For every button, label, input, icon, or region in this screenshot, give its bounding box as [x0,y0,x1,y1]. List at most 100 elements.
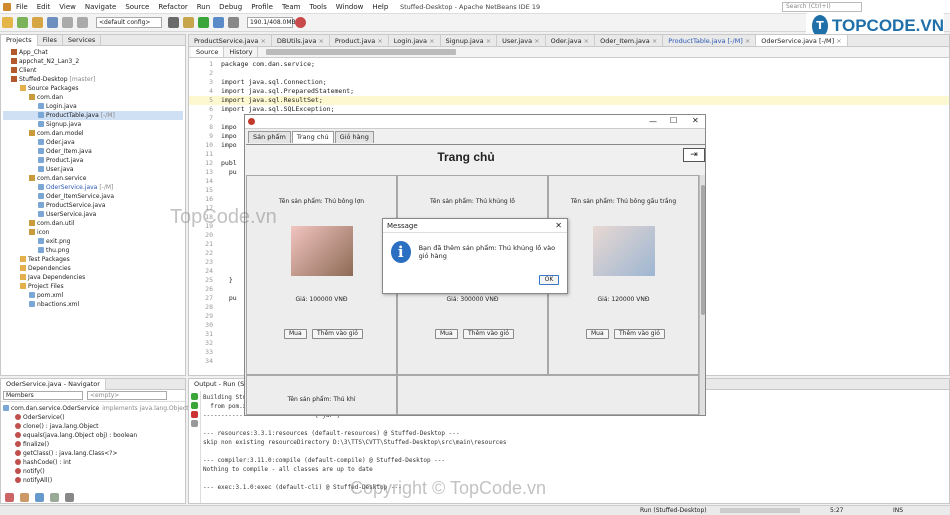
expand-icon[interactable] [21,93,27,99]
tree-item[interactable]: Signup.java [3,120,183,129]
tree-item[interactable]: Product.java [3,156,183,165]
tree-item[interactable]: com.dan.model [3,129,183,138]
expand-icon[interactable] [12,282,18,288]
tree-item[interactable]: Stuffed-Desktop [master] [3,75,183,84]
rerun-options-icon[interactable] [191,402,198,409]
tree-item[interactable]: ProductService.java [3,201,183,210]
filter-nonpublic-icon[interactable] [35,493,44,502]
menu-view[interactable]: View [59,3,76,11]
editor-tab[interactable]: Signup.java × [441,35,498,46]
history-tab[interactable]: History [224,47,259,57]
menu-run[interactable]: Run [197,3,210,11]
editor-tab[interactable]: Oder.java × [546,35,596,46]
tree-item[interactable]: Test Packages [3,255,183,264]
debug-icon[interactable] [213,17,224,28]
editor-tab[interactable]: User.java × [497,35,546,46]
menu-refactor[interactable]: Refactor [158,3,187,11]
expand-icon[interactable] [21,219,27,225]
tree-item[interactable]: thu.png [3,246,183,255]
expand-icon[interactable] [21,129,27,135]
memory-indicator[interactable]: 190.1/408.0MB [247,17,296,28]
editor-tab[interactable]: Product.java × [330,35,389,46]
build-icon[interactable] [168,17,179,28]
tab-close-icon[interactable]: × [484,37,491,45]
dialog-ok-button[interactable]: OK [539,275,559,285]
tab-close-icon[interactable]: × [316,37,323,45]
filter-inherited-icon[interactable] [50,493,59,502]
undo-icon[interactable] [62,17,73,28]
buy-button[interactable]: Mua [586,329,609,339]
projects-tab-services[interactable]: Services [63,34,102,46]
gc-icon[interactable] [295,17,306,28]
tab-close-icon[interactable]: × [375,37,382,45]
buy-button[interactable]: Mua [435,329,458,339]
add-to-cart-button[interactable]: Thêm vào giỏ [614,329,665,339]
filter-static-icon[interactable] [20,493,29,502]
editor-tab[interactable]: Login.java × [389,35,441,46]
expand-icon[interactable] [3,75,9,81]
expand-icon[interactable] [30,138,36,144]
tree-item[interactable]: Project Files [3,282,183,291]
sort-icon[interactable] [65,493,74,502]
status-run[interactable]: Run (Stuffed-Desktop) [640,507,707,514]
tree-item[interactable]: com.dan.service [3,174,183,183]
run-icon[interactable] [198,17,209,28]
app-tab[interactable]: Trang chủ [291,131,334,143]
navigator-empty-select[interactable]: <empty> [87,391,167,400]
editor-tab[interactable]: ProductService.java × [189,35,272,46]
expand-icon[interactable] [30,192,36,198]
tab-close-icon[interactable]: × [834,37,841,45]
tree-item[interactable]: com.dan.util [3,219,183,228]
expand-icon[interactable] [3,66,9,72]
expand-icon[interactable] [12,255,18,261]
clean-build-icon[interactable] [183,17,194,28]
expand-icon[interactable] [3,57,9,63]
members-select[interactable]: Members [3,391,83,400]
expand-icon[interactable] [30,210,36,216]
editor-toolbar-icons[interactable] [266,49,457,55]
tree-item[interactable]: OderService.java [-/M] [3,183,183,192]
editor-tab[interactable]: OderService.java [-/M] × [756,35,848,46]
tab-close-icon[interactable]: × [743,37,750,45]
source-tab[interactable]: Source [191,47,225,57]
config-select[interactable]: <default config> [96,17,162,28]
clear-icon[interactable] [191,420,198,427]
expand-icon[interactable] [21,228,27,234]
open-project-icon[interactable] [32,17,43,28]
navigator-item[interactable]: finalize() [3,440,183,449]
tree-item[interactable]: Java Dependencies [3,273,183,282]
tree-item[interactable]: icon [3,228,183,237]
rerun-icon[interactable] [191,393,198,400]
tree-item[interactable]: Oder_ItemService.java [3,192,183,201]
expand-icon[interactable] [30,183,36,189]
tab-close-icon[interactable]: × [427,37,434,45]
exit-button[interactable]: ⇥ [683,148,705,162]
editor-tab[interactable]: ProductTable.java [-/M] × [663,35,757,46]
minimize-icon[interactable]: — [649,117,657,126]
tree-item[interactable]: Login.java [3,102,183,111]
stop-icon[interactable] [191,411,198,418]
expand-icon[interactable] [21,174,27,180]
expand-icon[interactable] [12,273,18,279]
app-scrollbar[interactable] [699,175,705,415]
new-file-icon[interactable] [17,17,28,28]
expand-icon[interactable] [30,156,36,162]
menu-tools[interactable]: Tools [309,3,326,11]
editor-tab[interactable]: Oder_Item.java × [595,35,664,46]
maximize-icon[interactable]: ☐ [670,116,677,125]
redo-icon[interactable] [77,17,88,28]
menu-debug[interactable]: Debug [219,3,242,11]
scroll-thumb[interactable] [701,185,705,315]
menu-window[interactable]: Window [336,3,364,11]
tab-close-icon[interactable]: × [532,37,539,45]
menu-file[interactable]: File [16,3,28,11]
expand-icon[interactable] [30,102,36,108]
expand-icon[interactable] [21,300,27,306]
app-tab[interactable]: Giỏ hàng [334,131,374,143]
menu-navigate[interactable]: Navigate [85,3,116,11]
tree-item[interactable]: appchat_N2_Lan3_2 [3,57,183,66]
navigator-item[interactable]: getClass() : java.lang.Class<?> [3,449,183,458]
close-icon[interactable]: ✕ [692,116,699,125]
menu-help[interactable]: Help [372,3,388,11]
filter-fields-icon[interactable] [5,493,14,502]
